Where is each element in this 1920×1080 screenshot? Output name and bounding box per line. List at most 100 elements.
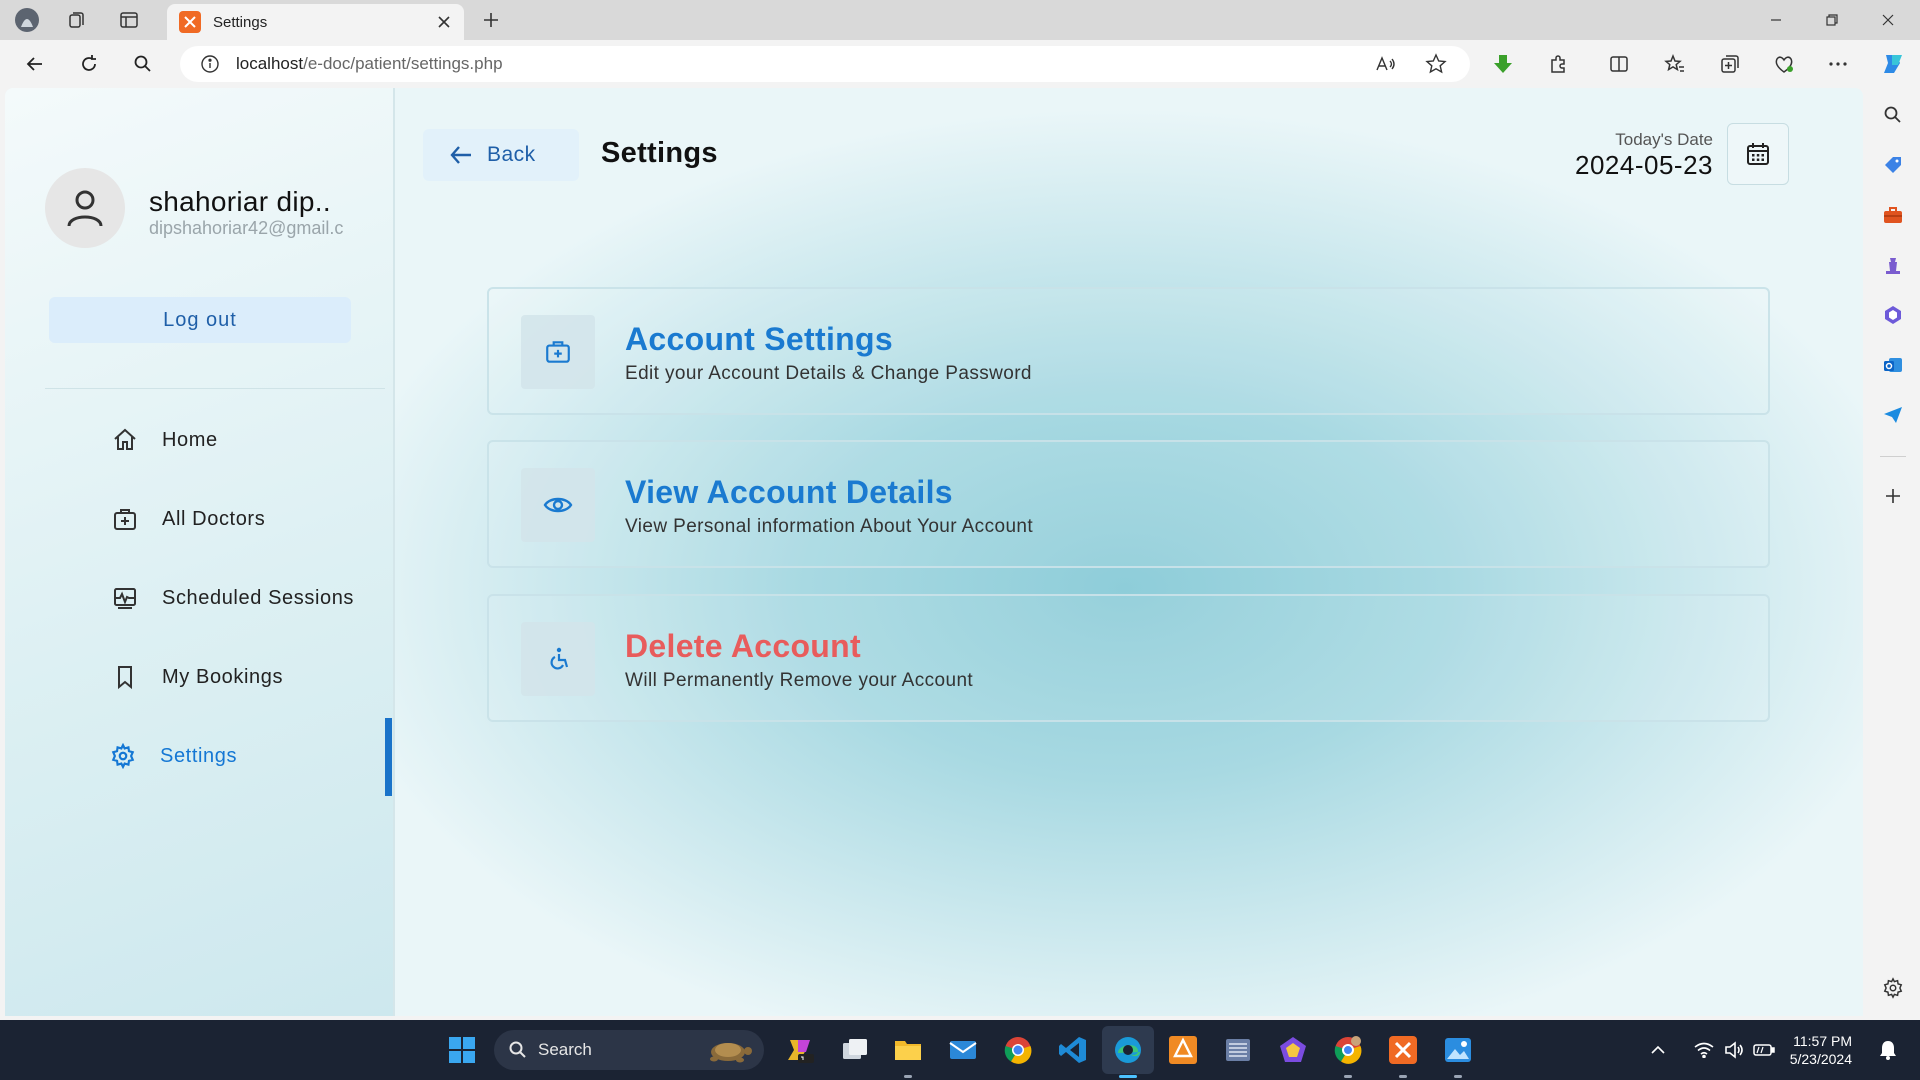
outlook-icon[interactable] — [1878, 350, 1908, 380]
profile-email: dipshahoriar42@gmail.c — [149, 218, 344, 238]
arrow-left-icon — [450, 146, 471, 164]
close-window-icon[interactable] — [1860, 0, 1916, 40]
sidebar-item-label: Scheduled Sessions — [162, 586, 355, 609]
card-title: Account Settings — [625, 321, 893, 357]
copilot-icon[interactable] — [1876, 48, 1910, 80]
reload-icon[interactable] — [72, 48, 106, 80]
photos-icon[interactable] — [1438, 1030, 1478, 1070]
sidebar-item-settings[interactable]: Settings — [108, 736, 237, 776]
user-avatar-icon — [45, 168, 125, 248]
home-icon — [110, 425, 140, 455]
running-indicator — [1454, 1075, 1462, 1078]
card-title: Delete Account — [625, 628, 861, 664]
more-options-icon[interactable] — [1821, 48, 1855, 80]
vscode-icon[interactable] — [1053, 1030, 1093, 1070]
pentagon-app-icon[interactable] — [1273, 1030, 1313, 1070]
edge-browser-icon[interactable] — [1108, 1030, 1148, 1070]
running-indicator — [1399, 1075, 1407, 1078]
schedule-icon — [110, 583, 140, 613]
chrome-profile-icon[interactable] — [1328, 1030, 1368, 1070]
sidebar-settings-icon[interactable] — [1878, 973, 1908, 1003]
restore-icon[interactable] — [1804, 0, 1860, 40]
shopping-tag-icon[interactable] — [1878, 150, 1908, 180]
view-account-details-card[interactable]: View Account Details View Personal infor… — [487, 440, 1770, 568]
show-hidden-icons-icon[interactable] — [1646, 1030, 1670, 1070]
edge-sidebar — [1866, 88, 1920, 1020]
clock-time: 11:57 PM — [1793, 1033, 1852, 1049]
add-sidebar-app-icon[interactable] — [1878, 481, 1908, 511]
extensions-icon[interactable] — [1541, 48, 1575, 80]
windows-taskbar: Search 11:57 PM 5/23/2024 — [0, 1020, 1920, 1080]
tab-title: Settings — [213, 13, 268, 31]
running-indicator — [904, 1075, 912, 1078]
site-info-icon[interactable] — [192, 46, 228, 82]
new-tab-icon[interactable] — [476, 6, 506, 34]
clock-date: 5/23/2024 — [1789, 1051, 1852, 1067]
copilot-pre-icon[interactable] — [780, 1030, 820, 1070]
mail-icon[interactable] — [943, 1030, 983, 1070]
app-shapes-icon[interactable] — [1163, 1030, 1203, 1070]
split-screen-icon[interactable] — [1602, 48, 1636, 80]
xampp-icon[interactable] — [1383, 1030, 1423, 1070]
back-button[interactable]: Back — [423, 129, 579, 181]
gear-icon — [108, 741, 138, 771]
bookmark-icon — [110, 662, 140, 692]
sidebar-item-home[interactable]: Home — [110, 420, 218, 460]
sidebar-search-icon[interactable] — [1878, 100, 1908, 130]
app-sidebar: shahoriar dip.. dipshahoriar42@gmail.c L… — [5, 88, 395, 1016]
favorite-star-icon[interactable] — [1420, 48, 1452, 80]
chrome-icon[interactable] — [998, 1030, 1038, 1070]
back-button-label: Back — [487, 143, 536, 166]
close-tab-icon[interactable] — [430, 8, 458, 36]
workspaces-icon[interactable] — [62, 6, 92, 34]
sidebar-item-my-bookings[interactable]: My Bookings — [110, 657, 283, 697]
sidebar-item-scheduled-sessions[interactable]: Scheduled Sessions — [110, 578, 354, 618]
database-tool-icon[interactable] — [1218, 1030, 1258, 1070]
calendar-button[interactable] — [1727, 123, 1789, 185]
taskbar-search[interactable]: Search — [494, 1030, 764, 1070]
card-description: View Personal information About Your Acc… — [625, 516, 1034, 537]
browser-title-bar: Settings — [0, 0, 1920, 40]
address-bar[interactable]: localhost/e-doc/patient/settings.php — [180, 46, 1470, 82]
taskbar-search-label: Search — [538, 1040, 592, 1059]
xampp-favicon-icon — [179, 11, 201, 33]
eye-icon — [521, 468, 595, 542]
sidebar-item-label: My Bookings — [162, 665, 284, 688]
todays-date-value: 2024-05-23 — [1575, 150, 1713, 180]
file-explorer-icon[interactable] — [888, 1030, 928, 1070]
microsoft-365-icon[interactable] — [1878, 300, 1908, 330]
taskbar-clock[interactable]: 11:57 PM 5/23/2024 — [1790, 1032, 1852, 1068]
logout-button[interactable]: Log out — [49, 297, 351, 343]
sidebar-divider — [45, 388, 385, 389]
search-icon[interactable] — [126, 48, 160, 80]
favorites-icon[interactable] — [1658, 48, 1692, 80]
tab-actions-icon[interactable] — [114, 6, 144, 34]
download-extension-icon[interactable] — [1486, 48, 1520, 80]
sidebar-item-all-doctors[interactable]: All Doctors — [110, 499, 265, 539]
profile-avatar-icon[interactable] — [12, 6, 42, 34]
medical-bag-icon — [110, 504, 140, 534]
account-settings-card[interactable]: Account Settings Edit your Account Detai… — [487, 287, 1770, 415]
browser-tab-settings[interactable]: Settings — [167, 4, 464, 40]
collections-icon[interactable] — [1713, 48, 1747, 80]
url-text: localhost/e-doc/patient/settings.php — [236, 54, 503, 73]
page-title: Settings — [601, 137, 718, 169]
task-view-icon[interactable] — [835, 1030, 875, 1070]
tools-briefcase-icon[interactable] — [1878, 200, 1908, 230]
wifi-icon[interactable] — [1692, 1030, 1716, 1070]
windows-start-icon[interactable] — [442, 1030, 482, 1070]
accessibility-icon — [521, 622, 595, 696]
page-viewport: shahoriar dip.. dipshahoriar42@gmail.c L… — [5, 88, 1863, 1016]
games-chess-icon[interactable] — [1878, 250, 1908, 280]
battery-icon[interactable] — [1752, 1030, 1776, 1070]
minimize-icon[interactable] — [1748, 0, 1804, 40]
read-aloud-icon[interactable] — [1370, 48, 1402, 80]
delete-account-card[interactable]: Delete Account Will Permanently Remove y… — [487, 594, 1770, 722]
card-description: Will Permanently Remove your Account — [625, 670, 974, 691]
back-arrow-icon[interactable] — [18, 48, 52, 80]
send-drop-icon[interactable] — [1878, 400, 1908, 430]
volume-icon[interactable] — [1722, 1030, 1746, 1070]
browser-essentials-icon[interactable] — [1767, 48, 1801, 80]
sidebar-divider — [1880, 456, 1906, 457]
notification-bell-icon[interactable] — [1874, 1030, 1902, 1070]
